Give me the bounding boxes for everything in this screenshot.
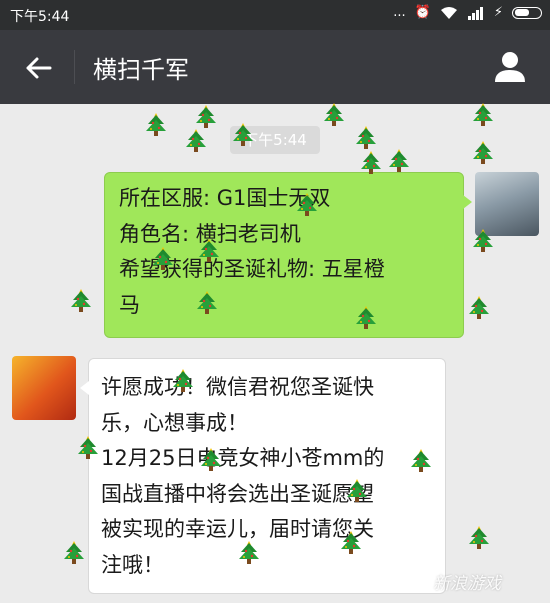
christmas-tree-icon: [356, 306, 376, 329]
christmas-tree-icon: [233, 123, 253, 146]
wifi-icon: [440, 6, 457, 19]
status-time: 下午5:44: [10, 9, 70, 25]
christmas-tree-icon: [469, 296, 489, 319]
christmas-tree-icon: [473, 229, 493, 252]
status-icons: ... ⏰ ⚡: [393, 5, 542, 20]
christmas-tree-icon: [356, 126, 376, 149]
christmas-tree-icon: [186, 129, 206, 152]
christmas-tree-icon: [324, 103, 344, 126]
charging-icon: ⚡: [493, 5, 503, 20]
christmas-tree-icon: [173, 369, 193, 392]
christmas-tree-icon: [469, 526, 489, 549]
christmas-tree-icon: [473, 103, 493, 126]
contact-info-button[interactable]: [492, 48, 528, 84]
christmas-tree-icon: [64, 541, 84, 564]
christmas-tree-icon: [341, 531, 361, 554]
christmas-tree-icon: [361, 151, 381, 174]
back-button[interactable]: [18, 48, 58, 88]
user-avatar[interactable]: [475, 172, 539, 236]
christmas-tree-icon: [297, 193, 317, 216]
christmas-tree-icon: [389, 149, 409, 172]
christmas-tree-icon: [473, 141, 493, 164]
alarm-icon: ⏰: [414, 5, 431, 20]
status-bar: 下午5:44 ... ⏰ ⚡: [0, 0, 550, 30]
received-message-bubble[interactable]: 许愿成功！微信君祝您圣诞快 乐，心想事成！ 12月25日电竞女神小苍mm的 国战…: [80, 358, 446, 594]
christmas-tree-icon: [239, 541, 259, 564]
christmas-tree-icon: [146, 113, 166, 136]
christmas-tree-icon: [153, 247, 173, 270]
christmas-tree-icon: [197, 291, 217, 314]
message-line: 马: [119, 292, 140, 317]
christmas-tree-icon: [347, 479, 367, 502]
notification-dots-icon: ...: [393, 5, 406, 20]
message-line: 所在区服: G1国士无双: [119, 186, 331, 210]
bot-avatar[interactable]: [12, 356, 76, 420]
message-line: 被实现的幸运儿，届时请您关: [101, 517, 374, 541]
nav-bar: 横扫千军: [0, 30, 550, 104]
christmas-tree-icon: [78, 436, 98, 459]
message-line: 12月25日电竞女神小苍mm的: [101, 446, 385, 470]
signal-icon: [467, 6, 483, 20]
message-line: 国战直播中将会选出圣诞愿望: [101, 481, 374, 506]
christmas-tree-icon: [71, 289, 91, 312]
message-line: 乐，心想事成！: [101, 410, 248, 435]
nav-divider: [74, 50, 75, 84]
watermark: 新浪游戏: [433, 574, 501, 594]
page-title: 横扫千军: [93, 56, 189, 84]
message-line: 许愿成功！微信君祝您圣诞快: [101, 375, 374, 399]
christmas-tree-icon: [199, 239, 219, 262]
christmas-tree-icon: [196, 105, 216, 128]
message-line: 注哦！: [101, 552, 164, 577]
battery-icon: [512, 6, 542, 19]
christmas-tree-icon: [201, 448, 221, 471]
christmas-tree-icon: [411, 449, 431, 472]
